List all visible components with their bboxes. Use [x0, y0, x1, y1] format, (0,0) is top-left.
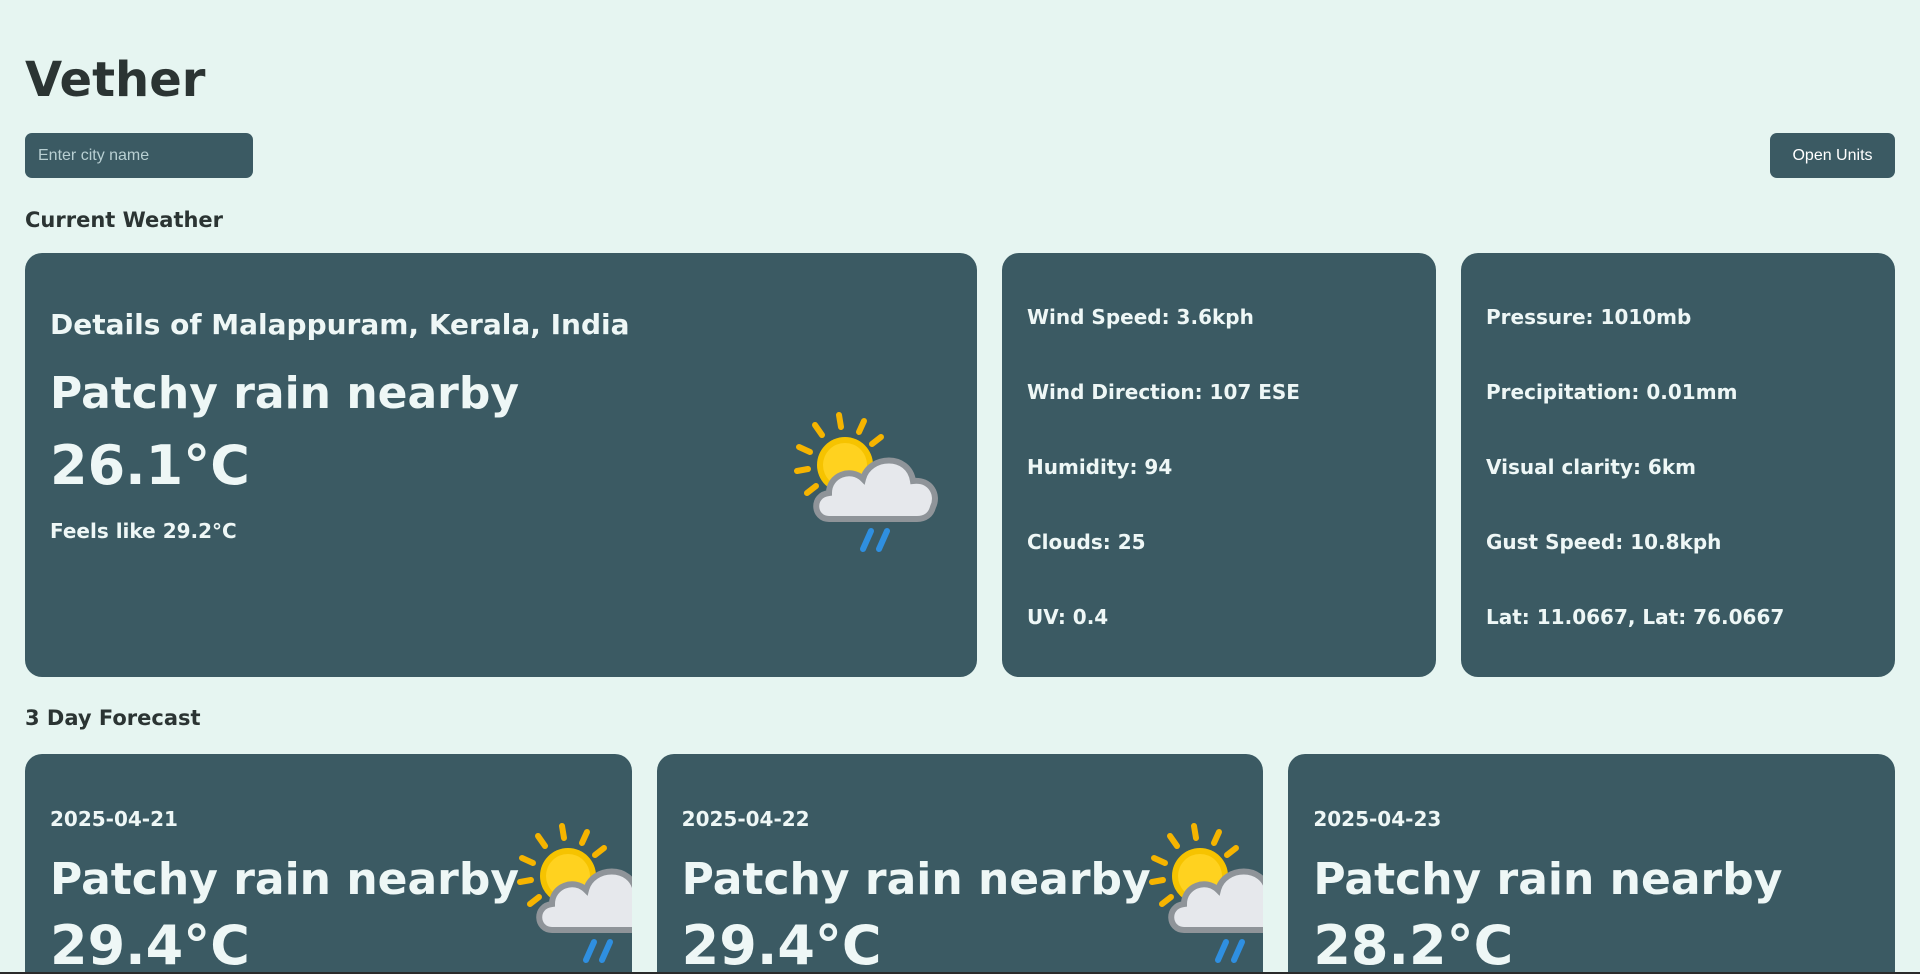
precipitation-stat: Precipitation: 0.01mm	[1486, 380, 1738, 404]
uv-stat: UV: 0.4	[1027, 605, 1109, 629]
gust-speed-stat: Gust Speed: 10.8kph	[1486, 530, 1722, 554]
visual-clarity-stat: Visual clarity: 6km	[1486, 455, 1696, 479]
forecast-date: 2025-04-23	[1313, 807, 1442, 831]
forecast-temperature: 28.2°C	[1313, 914, 1514, 972]
coordinates-stat: Lat: 11.0667, Lat: 76.0667	[1486, 605, 1785, 629]
current-weather-heading: Current Weather	[25, 208, 224, 232]
patchy-rain-icon	[1148, 823, 1264, 963]
forecast-condition: Patchy rain nearby	[1313, 854, 1783, 905]
pressure-stat: Pressure: 1010mb	[1486, 305, 1692, 329]
current-summary-card: Details of Malappuram, Kerala, India Pat…	[25, 253, 977, 677]
patchy-rain-icon	[794, 412, 938, 552]
controls-bar: Open Units	[25, 133, 1895, 178]
forecast-card: 2025-04-23 Patchy rain nearby 28.2°C	[1288, 754, 1896, 972]
current-details-card-2: Pressure: 1010mb Precipitation: 0.01mm V…	[1461, 253, 1895, 677]
location-title: Details of Malappuram, Kerala, India	[50, 308, 630, 341]
forecast-card: 2025-04-22 Patchy rain nearby 29.4°C	[656, 754, 1264, 972]
app-title: Vether	[25, 52, 206, 108]
current-weather-row: Details of Malappuram, Kerala, India Pat…	[25, 253, 1895, 677]
current-details-card-1: Wind Speed: 3.6kph Wind Direction: 107 E…	[1002, 253, 1436, 677]
humidity-stat: Humidity: 94	[1027, 455, 1173, 479]
forecast-heading: 3 Day Forecast	[25, 706, 201, 730]
clouds-stat: Clouds: 25	[1027, 530, 1146, 554]
open-units-button[interactable]: Open Units	[1770, 133, 1895, 178]
forecast-row: 2025-04-21 Patchy rain nearby 29.4°C 202…	[25, 754, 1896, 972]
forecast-card: 2025-04-21 Patchy rain nearby 29.4°C	[25, 754, 632, 972]
wind-speed-stat: Wind Speed: 3.6kph	[1027, 305, 1254, 329]
city-search-input[interactable]	[25, 133, 253, 178]
wind-direction-stat: Wind Direction: 107 ESE	[1027, 380, 1300, 404]
patchy-rain-icon	[517, 823, 632, 963]
